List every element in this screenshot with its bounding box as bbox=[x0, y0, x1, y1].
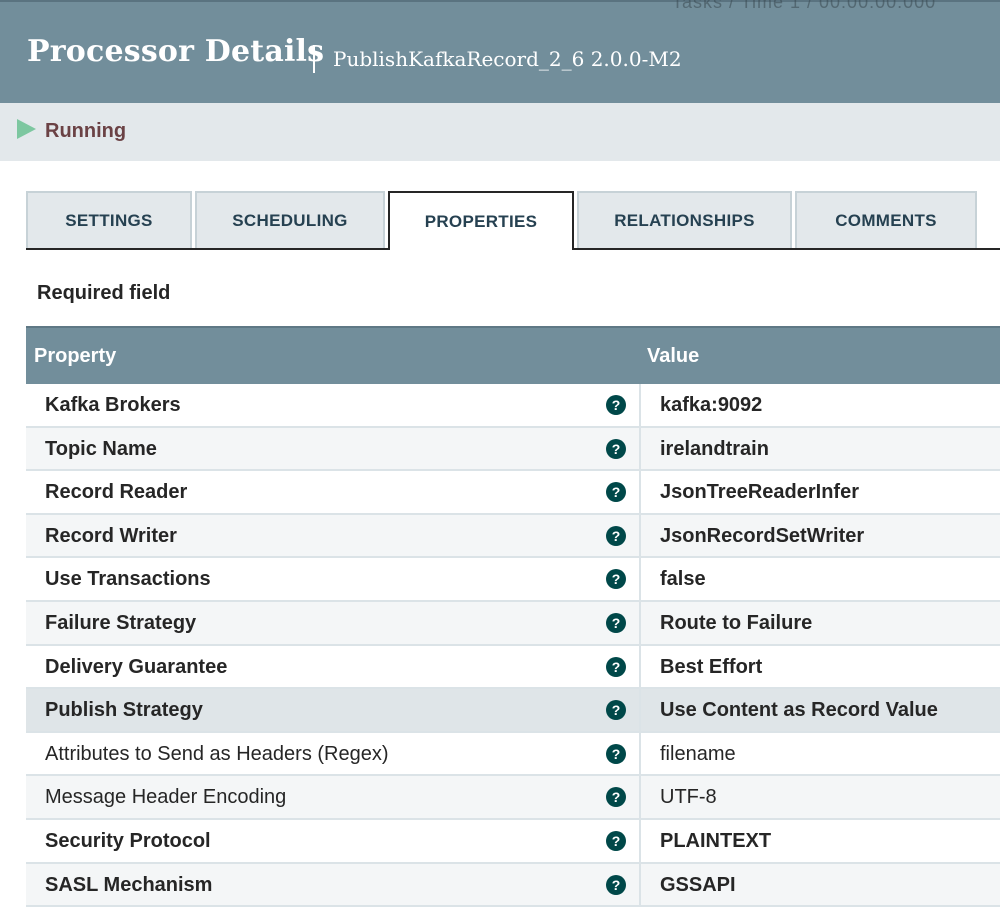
column-divider bbox=[639, 427, 641, 470]
property-value[interactable]: false bbox=[660, 568, 706, 591]
property-value[interactable]: GSSAPI bbox=[660, 874, 736, 897]
play-icon bbox=[17, 119, 36, 139]
table-row[interactable]: Record Reader? JsonTreeReaderInfer bbox=[26, 471, 1000, 515]
table-row[interactable]: Topic Name? irelandtrain bbox=[26, 427, 1000, 472]
table-row[interactable]: Use Transactions? false bbox=[26, 558, 1000, 602]
tab-relationships[interactable]: RELATIONSHIPS bbox=[577, 191, 792, 248]
column-divider bbox=[639, 384, 641, 426]
table-row[interactable]: Security Protocol? PLAINTEXT bbox=[26, 819, 1000, 864]
property-name: Record Writer bbox=[45, 524, 177, 547]
table-row[interactable]: Delivery Guarantee? Best Effort bbox=[26, 645, 1000, 690]
property-value[interactable]: Best Effort bbox=[660, 656, 762, 679]
question-mark-icon[interactable]: ? bbox=[606, 787, 626, 808]
required-field-legend: Required field bbox=[37, 282, 171, 304]
property-value[interactable]: filename bbox=[660, 743, 736, 766]
processor-type: PublishKafkaRecord_2_6 2.0.0-M2 bbox=[333, 47, 682, 71]
column-divider bbox=[639, 863, 641, 906]
title-divider bbox=[313, 45, 315, 73]
question-mark-icon[interactable]: ? bbox=[606, 525, 626, 546]
run-status: Running bbox=[45, 120, 127, 142]
question-mark-icon[interactable]: ? bbox=[606, 743, 626, 764]
table-header: Property Value bbox=[26, 326, 1000, 384]
column-divider bbox=[639, 558, 641, 600]
property-value[interactable]: Route to Failure bbox=[660, 612, 812, 635]
property-name: Attributes to Send as Headers (Regex) bbox=[45, 742, 389, 765]
property-name: Delivery Guarantee bbox=[45, 655, 228, 678]
clipped-header-text: Tasks / Time 1 / 00:00:00.000 bbox=[672, 0, 937, 12]
property-name: Publish Strategy bbox=[45, 699, 203, 722]
question-mark-icon[interactable]: ? bbox=[606, 700, 626, 721]
column-divider bbox=[639, 732, 641, 775]
column-divider bbox=[639, 819, 641, 862]
tab-properties[interactable]: PROPERTIES bbox=[388, 191, 574, 250]
column-header-value[interactable]: Value bbox=[647, 345, 699, 368]
column-divider bbox=[639, 645, 641, 688]
column-divider bbox=[639, 776, 641, 818]
column-divider bbox=[639, 601, 641, 644]
property-name: Kafka Brokers bbox=[45, 394, 181, 416]
property-value[interactable]: irelandtrain bbox=[660, 438, 769, 461]
tab-scheduling[interactable]: SCHEDULING bbox=[195, 191, 385, 248]
property-value[interactable]: UTF-8 bbox=[660, 786, 717, 809]
question-mark-icon[interactable]: ? bbox=[606, 438, 626, 459]
table-row[interactable]: Message Header Encoding? UTF-8 bbox=[26, 776, 1000, 820]
property-name: Use Transactions bbox=[45, 568, 211, 591]
dialog-header: Tasks / Time 1 / 00:00:00.000 Processor … bbox=[0, 0, 1000, 103]
question-mark-icon[interactable]: ? bbox=[606, 569, 626, 590]
column-divider bbox=[639, 471, 641, 513]
column-header-property[interactable]: Property bbox=[34, 345, 116, 368]
table-row[interactable]: Record Writer? JsonRecordSetWriter bbox=[26, 514, 1000, 559]
property-name: Security Protocol bbox=[45, 829, 211, 852]
question-mark-icon[interactable]: ? bbox=[606, 612, 626, 633]
question-mark-icon[interactable]: ? bbox=[606, 830, 626, 851]
question-mark-icon[interactable]: ? bbox=[606, 656, 626, 677]
property-value[interactable]: JsonTreeReaderInfer bbox=[660, 481, 859, 504]
column-divider bbox=[639, 514, 641, 557]
tab-settings[interactable]: SETTINGS bbox=[26, 191, 192, 248]
property-name: Message Header Encoding bbox=[45, 786, 287, 809]
tab-comments[interactable]: COMMENTS bbox=[795, 191, 977, 248]
property-name: Topic Name bbox=[45, 437, 157, 460]
status-bar bbox=[0, 103, 1000, 161]
property-value[interactable]: kafka:9092 bbox=[660, 394, 762, 417]
property-value[interactable]: JsonRecordSetWriter bbox=[660, 525, 864, 548]
question-mark-icon[interactable]: ? bbox=[606, 482, 626, 503]
table-row[interactable]: SASL Mechanism? GSSAPI bbox=[26, 863, 1000, 908]
column-divider bbox=[639, 689, 641, 731]
property-name: Record Reader bbox=[45, 481, 188, 504]
table-row[interactable]: Publish Strategy? Use Content as Record V… bbox=[26, 689, 1000, 733]
question-mark-icon[interactable]: ? bbox=[606, 874, 626, 895]
table-body: Kafka Brokers? kafka:9092 Topic Name? irela… bbox=[26, 384, 1000, 908]
property-name: Failure Strategy bbox=[45, 611, 197, 634]
property-value[interactable]: Use Content as Record Value bbox=[660, 699, 938, 722]
table-row[interactable]: Kafka Brokers? kafka:9092 bbox=[26, 384, 1000, 428]
property-name: SASL Mechanism bbox=[45, 873, 213, 896]
property-value[interactable]: PLAINTEXT bbox=[660, 830, 771, 853]
question-mark-icon[interactable]: ? bbox=[606, 395, 626, 415]
table-row[interactable]: Attributes to Send as Headers (Regex)? fi… bbox=[26, 732, 1000, 777]
page-title: Processor Details bbox=[27, 34, 325, 69]
properties-table: Property Value Kafka Brokers? kafka:9092 T… bbox=[26, 326, 1000, 908]
table-row[interactable]: Failure Strategy? Route to Failure bbox=[26, 601, 1000, 646]
